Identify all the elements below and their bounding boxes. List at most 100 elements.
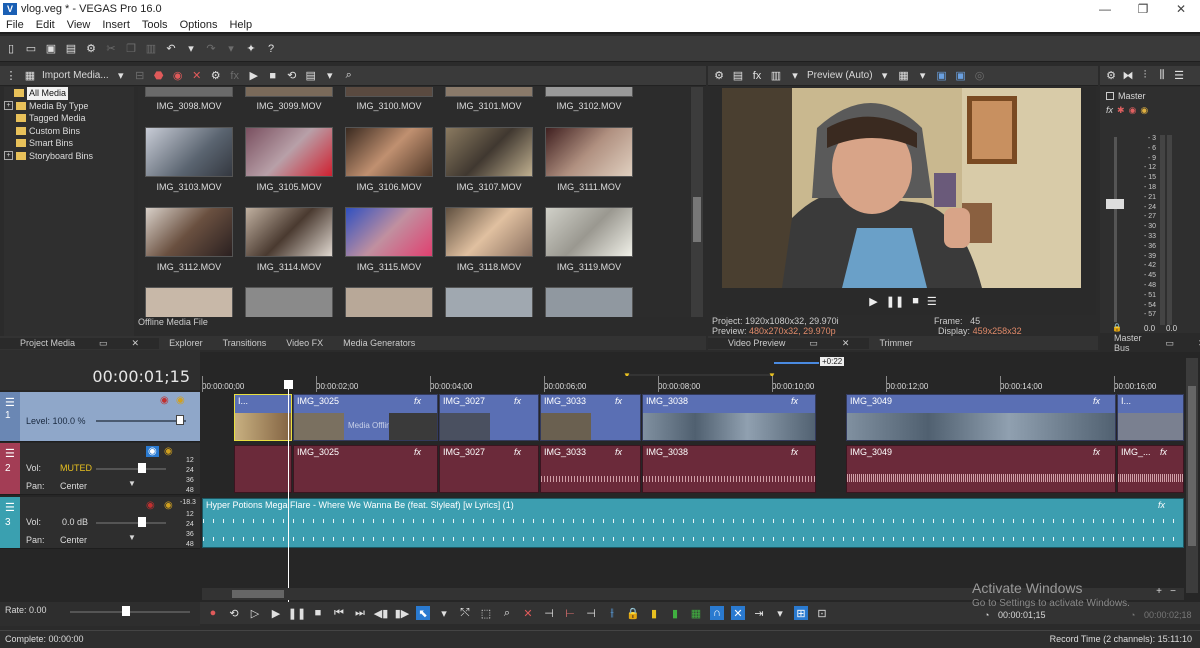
play-icon[interactable]: ▶ (269, 606, 283, 620)
menu-file[interactable]: File (0, 19, 30, 31)
zoom-in-icon[interactable]: + (1156, 586, 1162, 597)
lock-envelopes-icon[interactable]: ⊞ (794, 606, 808, 620)
snapping-icon[interactable]: ∩ (710, 606, 724, 620)
clip-fx-icon[interactable]: fx (615, 447, 622, 457)
save-icon[interactable]: ▣ (44, 42, 58, 56)
paste-icon[interactable]: ▥ (144, 42, 158, 56)
video-preview-frame[interactable] (722, 88, 1081, 288)
playhead-handle[interactable] (284, 380, 293, 389)
media-thumbnail[interactable] (145, 287, 233, 317)
track-menu-icon[interactable]: ☰ (5, 396, 15, 409)
media-fx-icon[interactable]: fx (228, 69, 242, 83)
tab-transitions[interactable]: Transitions (213, 338, 277, 348)
clip-fx-icon[interactable]: fx (1158, 500, 1165, 510)
mixer-settings-icon[interactable]: ⚙ (1104, 69, 1118, 83)
audio-clip[interactable]: IMG_3025 fx (293, 445, 438, 493)
tab-project-media[interactable]: Project Media ▭ ✕ (0, 337, 160, 349)
media-thumbnail[interactable] (445, 287, 533, 317)
video-fx-icon[interactable]: fx (750, 69, 764, 83)
play-icon[interactable]: ▶ (869, 295, 877, 308)
import-media-button[interactable]: Import Media... (42, 70, 109, 81)
tree-item-all-media[interactable]: All Media (14, 87, 134, 100)
clip-fx-icon[interactable]: fx (1160, 447, 1167, 457)
play-from-start-icon[interactable]: ▷ (248, 606, 262, 620)
media-thumbnail[interactable] (445, 87, 533, 97)
video-clip[interactable]: I... (234, 394, 292, 441)
get-media-icon[interactable]: ⬣ (152, 69, 166, 83)
clip-fx-icon[interactable]: fx (1093, 396, 1100, 406)
audio-clip[interactable]: IMG_... fx (1117, 445, 1184, 493)
split-dropdown-icon[interactable]: ▾ (788, 69, 802, 83)
envelope-tool-icon[interactable]: ⤲ (458, 606, 472, 620)
insert-marker-icon[interactable]: ▮ (647, 606, 661, 620)
vol-slider-handle[interactable] (138, 463, 146, 473)
help-icon[interactable]: ? (264, 42, 278, 56)
music-clip[interactable]: Hyper Potions Mega Flare - Where We Wann… (202, 498, 1184, 548)
menu-view[interactable]: View (61, 19, 97, 31)
trim-end-icon[interactable]: ⊣ (584, 606, 598, 620)
copy-snapshot-icon[interactable]: ▣ (935, 69, 949, 83)
menu-help[interactable]: Help (223, 19, 258, 31)
media-properties-icon[interactable]: ⚙ (209, 69, 223, 83)
video-clip[interactable]: IMG_3025 fx Media Offline (293, 394, 438, 441)
views-dropdown-icon[interactable]: ▾ (323, 69, 337, 83)
clip-fx-icon[interactable]: fx (615, 396, 622, 406)
normal-edit-tool-icon[interactable]: ⬉ (416, 606, 430, 620)
search-icon[interactable]: ⌕ (342, 69, 356, 83)
audio-clip[interactable] (234, 445, 292, 493)
clip-fx-icon[interactable]: fx (791, 447, 798, 457)
media-thumbnail[interactable] (245, 87, 333, 97)
stop-preview-icon[interactable]: ■ (266, 69, 280, 83)
pan-slider-handle[interactable]: ▼ (128, 533, 136, 542)
scrollbar-thumb[interactable] (693, 197, 701, 242)
remove-unused-icon[interactable]: ◉ (171, 69, 185, 83)
track-header-video-1[interactable]: ☰ 1 ◉ ◉ Level: 100.0 % (0, 392, 200, 442)
video-clip[interactable]: IMG_3038 fx (642, 394, 816, 441)
close-tab-icon[interactable]: ✕ (832, 338, 860, 349)
capture-icon[interactable]: ⊟ (133, 69, 147, 83)
redo-icon[interactable]: ↷ (204, 42, 218, 56)
track-mute-icon[interactable]: ◉ (146, 446, 159, 457)
video-clip[interactable]: IMG_3049 fx (846, 394, 1116, 441)
cut-icon[interactable]: ✂ (104, 42, 118, 56)
audio-clip[interactable]: IMG_3027 fx (439, 445, 539, 493)
clip-fx-icon[interactable]: fx (414, 447, 421, 457)
close-tab-icon[interactable]: ✕ (122, 338, 150, 349)
undock-icon[interactable]: ▭ (1156, 338, 1185, 349)
prev-frame-icon[interactable]: ◀▮ (374, 606, 389, 620)
pause-icon[interactable]: ❚❚ (886, 295, 904, 308)
master-automation-icon[interactable]: ✱ (1117, 105, 1125, 116)
close-button[interactable]: ✕ (1162, 2, 1200, 16)
expand-icon[interactable]: + (4, 101, 13, 111)
video-clip[interactable]: IMG_3027 fx (439, 394, 539, 441)
track-mute-icon[interactable]: ◉ (146, 500, 155, 511)
master-fx-icon[interactable]: fx (1106, 105, 1113, 116)
dim-output-icon[interactable]: ⫶ (1138, 69, 1152, 83)
maximize-button[interactable]: ❐ (1124, 2, 1162, 16)
stop-icon[interactable]: ■ (912, 295, 919, 307)
edit-tool-dropdown-icon[interactable]: ▾ (437, 606, 451, 620)
clip-fx-icon[interactable]: fx (514, 396, 521, 406)
stop-icon[interactable]: ■ (311, 606, 325, 620)
vol-slider[interactable] (96, 522, 166, 524)
tree-item-tagged-media[interactable]: Tagged Media (16, 112, 134, 125)
clip-fx-icon[interactable]: fx (1093, 447, 1100, 457)
menu-options[interactable]: Options (174, 19, 224, 31)
timeline-vertical-scrollbar[interactable] (1186, 358, 1198, 593)
tab-master-bus[interactable]: Master Bus▭✕ (1100, 333, 1200, 353)
media-thumbnail[interactable] (145, 207, 233, 257)
close-tab-icon[interactable]: ✕ (1188, 338, 1200, 349)
tree-item-smart-bins[interactable]: Smart Bins (16, 137, 134, 150)
media-thumbnail[interactable] (145, 87, 233, 97)
audio-clip[interactable]: IMG_3038 fx (642, 445, 816, 493)
rate-slider[interactable] (70, 611, 190, 613)
track-mute-icon[interactable]: ◉ (160, 395, 169, 406)
timeline-ruler[interactable]: 00:00:00;00 00:00:02;00 00:00:04;00 00:00:0… (202, 376, 1184, 392)
pause-icon[interactable]: ❚❚ (288, 606, 306, 620)
track-solo-icon[interactable]: ◉ (176, 395, 185, 406)
go-to-start-icon[interactable]: ⏮ (332, 606, 346, 620)
undock-icon[interactable]: ▭ (89, 338, 118, 349)
timeline-timecode[interactable]: 00:00:01;15 (92, 367, 190, 386)
lock-events-icon[interactable]: 🔒 (626, 606, 640, 620)
media-thumbnail[interactable] (345, 87, 433, 97)
